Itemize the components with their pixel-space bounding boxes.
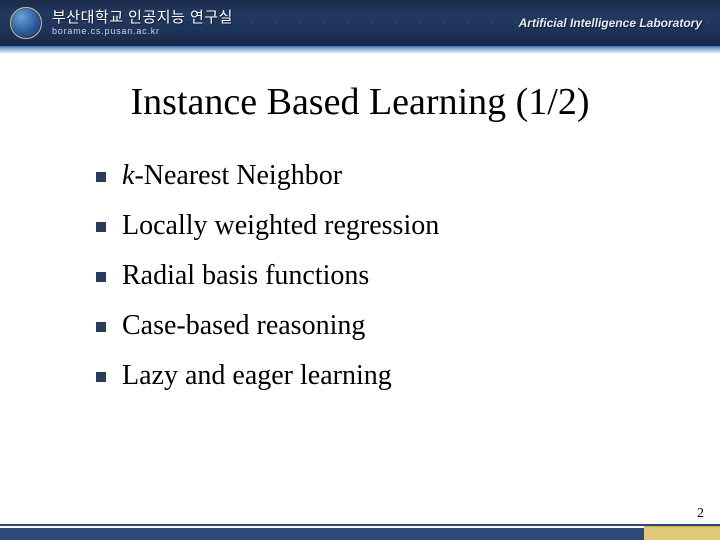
bullet-text: Lazy and eager learning — [122, 360, 392, 391]
university-block: 부산대학교 인공지능 연구실 borame.cs.pusan.ac.kr — [52, 10, 233, 36]
bullet-text: Locally weighted regression — [122, 210, 439, 241]
university-url: borame.cs.pusan.ac.kr — [52, 27, 233, 36]
header-bar: 부산대학교 인공지능 연구실 borame.cs.pusan.ac.kr Art… — [0, 0, 720, 46]
bullet-italic-prefix: k — [122, 160, 134, 191]
university-name: 부산대학교 인공지능 연구실 — [52, 10, 233, 26]
bullet-list: k-Nearest Neighbor Locally weighted regr… — [96, 162, 720, 390]
page-number: 2 — [697, 506, 704, 522]
list-item: Lazy and eager learning — [96, 362, 720, 390]
bullet-text: Case-based reasoning — [122, 310, 365, 341]
slide-title: Instance Based Learning (1/2) — [0, 80, 720, 124]
footer-rule-thick — [0, 528, 720, 540]
footer-accent — [644, 526, 720, 540]
list-item: Locally weighted regression — [96, 212, 720, 240]
footer-rule-thin — [0, 524, 720, 526]
list-item: Case-based reasoning — [96, 312, 720, 340]
university-logo-icon — [10, 7, 42, 39]
bullet-text: Radial basis functions — [122, 260, 369, 291]
slide: 부산대학교 인공지능 연구실 borame.cs.pusan.ac.kr Art… — [0, 0, 720, 540]
lab-name: Artificial Intelligence Laboratory — [519, 16, 702, 30]
list-item: k-Nearest Neighbor — [96, 162, 720, 190]
footer: 2 — [0, 510, 720, 540]
header-underline — [0, 46, 720, 54]
bullet-text: -Nearest Neighbor — [134, 160, 342, 191]
list-item: Radial basis functions — [96, 262, 720, 290]
